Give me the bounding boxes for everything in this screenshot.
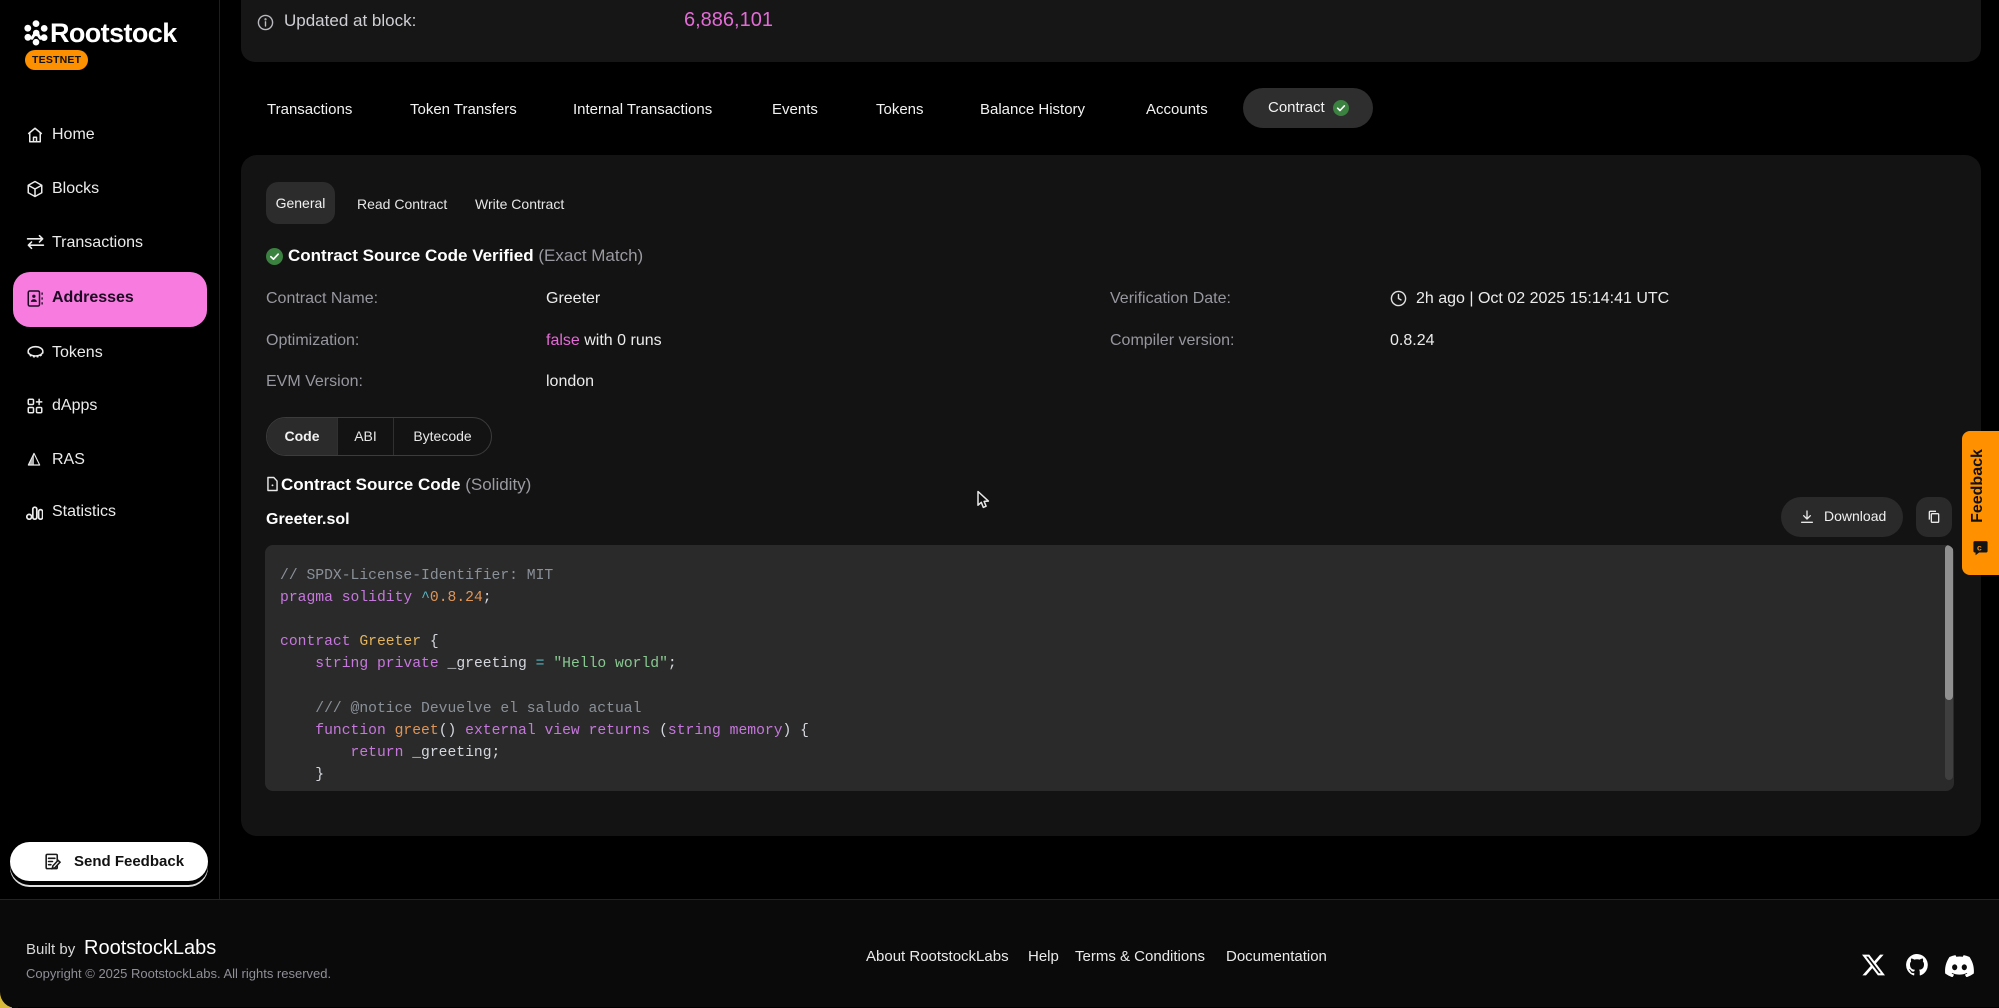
svg-text:c: c [1977,542,1982,552]
